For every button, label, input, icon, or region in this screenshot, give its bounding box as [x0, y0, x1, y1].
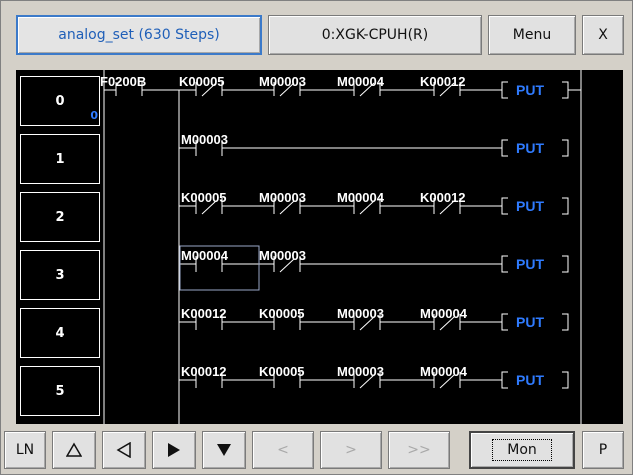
contact-label: M00003 [337, 306, 384, 321]
contact-label: M00003 [259, 248, 306, 263]
window: analog_set (630 Steps) 0:XGK-CPUH(R) Men… [0, 0, 633, 475]
contact-label: K00012 [420, 190, 466, 205]
coil-label: PUT [516, 256, 544, 272]
contact-label: K00005 [179, 74, 225, 89]
close-button[interactable]: X [582, 15, 624, 55]
ladder-diagram[interactable]: F0200B K00005 M00003 M00004 K00012 M0000… [16, 70, 623, 424]
contact-label: K00012 [181, 364, 227, 379]
coil-label: PUT [516, 198, 544, 214]
contact-label: F0200B [100, 74, 146, 89]
program-name-button[interactable]: analog_set (630 Steps) [16, 15, 262, 55]
monitor-label: Mon [492, 439, 552, 461]
coil-label: PUT [516, 314, 544, 330]
contact-label: M00004 [420, 306, 468, 321]
contact-label: M00003 [181, 132, 228, 147]
contact-label: K00012 [181, 306, 227, 321]
next-button[interactable]: > [320, 431, 382, 469]
contact-label: K00005 [181, 190, 227, 205]
contact-label: M00003 [259, 190, 306, 205]
prev-button[interactable]: < [252, 431, 314, 469]
menu-button[interactable]: Menu [488, 15, 576, 55]
contact-label: M00004 [337, 190, 385, 205]
cpu-type-button[interactable]: 0:XGK-CPUH(R) [268, 15, 482, 55]
contact-label: K00012 [420, 74, 466, 89]
coil-label: PUT [516, 82, 544, 98]
triangle-up-icon[interactable] [52, 431, 96, 469]
triangle-down-icon[interactable] [202, 431, 246, 469]
triangle-right-icon[interactable] [152, 431, 196, 469]
contact-label: K00005 [259, 306, 305, 321]
triangle-left-icon[interactable] [102, 431, 146, 469]
ladder-editor[interactable]: 0 0 1 2 3 4 5 F0200B K00005 M00003 M0000… [16, 70, 623, 424]
fast-forward-button[interactable]: >> [388, 431, 450, 469]
contact-label: M00004 [181, 248, 229, 263]
contact-label: M00004 [420, 364, 468, 379]
contact-label: M00004 [337, 74, 385, 89]
coil-label: PUT [516, 140, 544, 156]
monitor-button[interactable]: Mon [469, 431, 575, 469]
contact-label: M00003 [337, 364, 384, 379]
contact-label: K00005 [259, 364, 305, 379]
p-button[interactable]: P [582, 431, 624, 469]
ln-button[interactable]: LN [4, 431, 46, 469]
contact-label: M00003 [259, 74, 306, 89]
coil-label: PUT [516, 372, 544, 388]
